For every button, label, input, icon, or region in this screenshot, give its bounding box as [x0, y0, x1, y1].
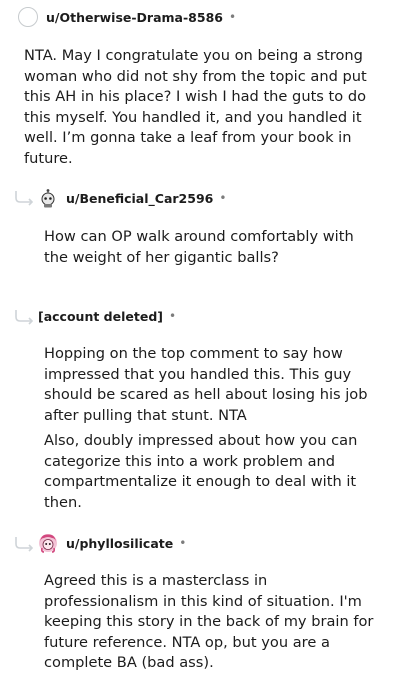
meta-separator-dot: • — [168, 309, 177, 323]
snoo-avatar-icon[interactable] — [38, 188, 58, 208]
comment-2-text: How can OP walk around comfortably with … — [44, 228, 354, 266]
default-snoo-outline-icon[interactable] — [18, 7, 38, 27]
meta-separator-dot: • — [179, 536, 187, 550]
comment-2-username[interactable]: u/Beneficial_Car2596 — [66, 191, 213, 206]
comment-4-meta: u/phyllosilicate • — [38, 532, 186, 554]
comment-4-text: Agreed this is a masterclass in professi… — [44, 572, 374, 671]
comment-3-text-paragraph-2: Also, doubly impressed about how you can… — [44, 432, 358, 511]
reply-thread-arrow-icon — [15, 537, 34, 552]
comment-1-text: NTA. May I congratulate you on being a s… — [24, 47, 367, 167]
comment-2-meta: u/Beneficial_Car2596 • — [38, 187, 226, 209]
comment-3-username[interactable]: [account deleted] — [38, 309, 163, 324]
pink-hair-snoo-avatar-icon[interactable] — [38, 533, 58, 553]
comment-3-text-paragraph-1: Hopping on the top comment to say how im… — [44, 345, 368, 424]
comment-1-meta: u/Otherwise-Drama-8586 • — [18, 6, 236, 28]
meta-separator-dot: • — [228, 10, 237, 24]
reply-thread-arrow-icon — [15, 191, 34, 206]
comment-4-username[interactable]: u/phyllosilicate — [66, 536, 173, 551]
comment-1-username[interactable]: u/Otherwise-Drama-8586 — [46, 10, 223, 25]
comment-3-meta: [account deleted] • — [30, 305, 176, 327]
meta-separator-dot: • — [219, 191, 227, 205]
